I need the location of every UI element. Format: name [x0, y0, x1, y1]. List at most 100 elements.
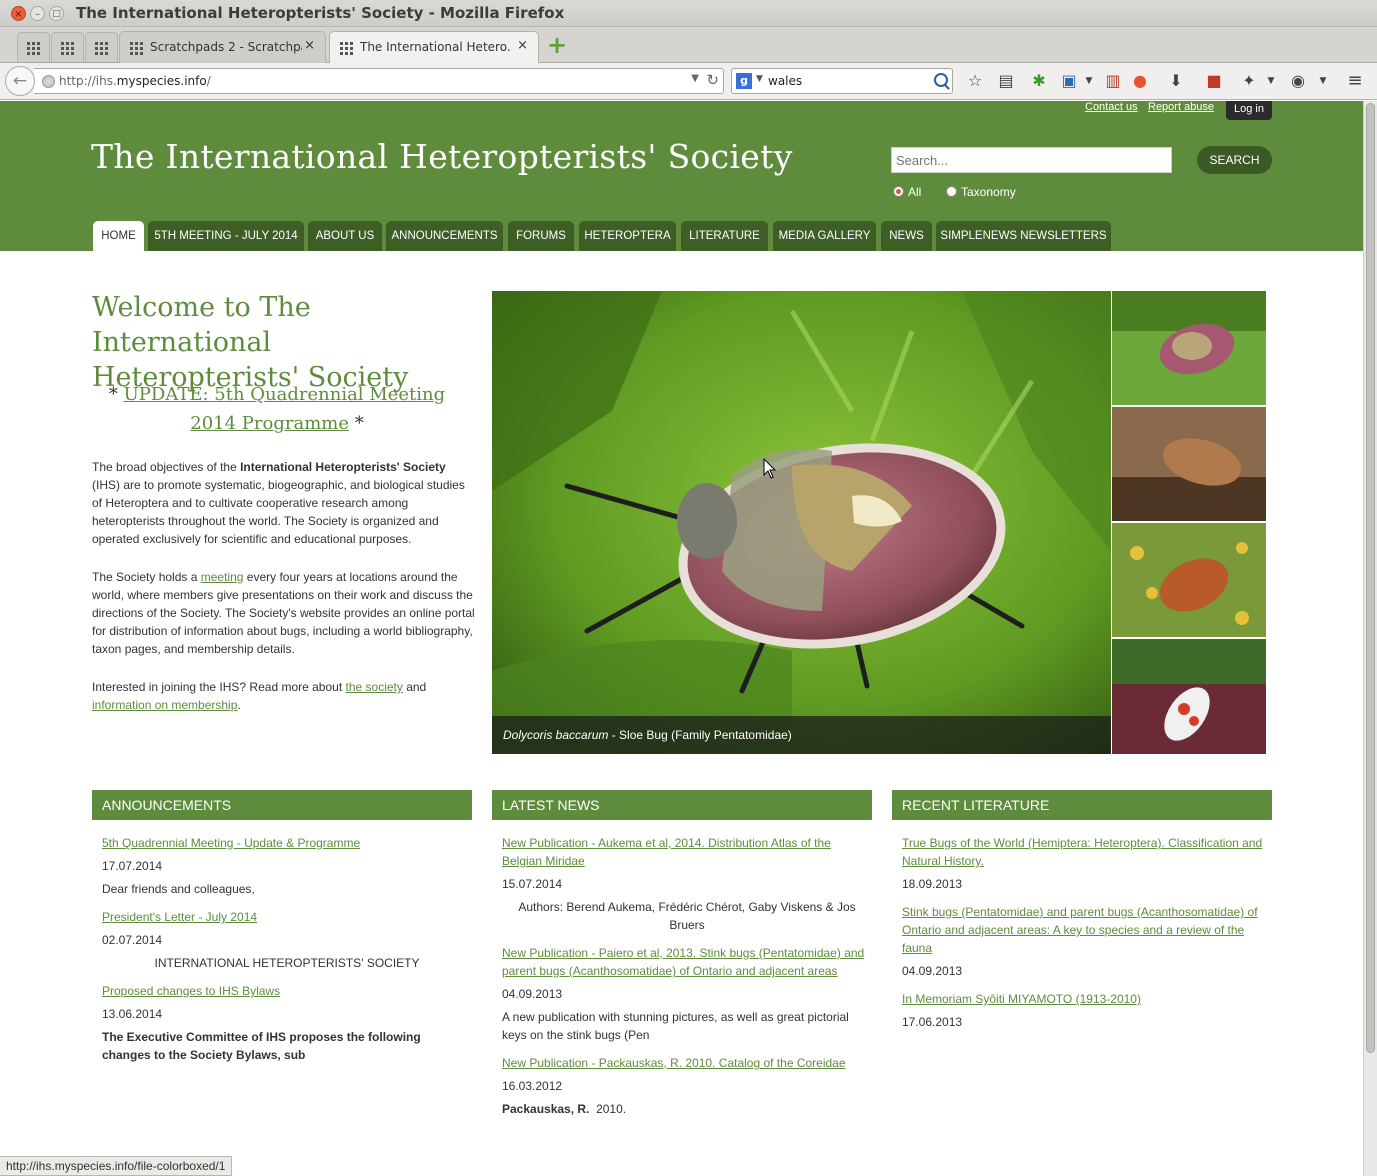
nav-tab-news[interactable]: NEWS: [881, 221, 932, 251]
pinned-tab-1[interactable]: [17, 32, 50, 62]
update-star: *: [349, 413, 364, 434]
radio-all-label: All: [908, 185, 922, 199]
app-grid-icon: [61, 41, 75, 55]
site-search-input[interactable]: [891, 147, 1172, 173]
news-title-link[interactable]: New Publication - Paiero et al, 2013. St…: [502, 944, 874, 980]
nav-tab-announcements[interactable]: ANNOUNCEMENTS: [386, 221, 503, 251]
gallery-thumbnail-3[interactable]: [1112, 523, 1266, 637]
thumbnail-image: [1112, 639, 1266, 754]
the-society-link[interactable]: the society: [346, 680, 403, 694]
tab-scratchpads[interactable]: Scratchpads 2 - Scratchpa... ×: [119, 31, 326, 63]
pinned-tab-2[interactable]: [51, 32, 84, 62]
radio-selected-icon[interactable]: [893, 186, 904, 197]
site-search-button[interactable]: SEARCH: [1197, 146, 1272, 174]
page-viewport: Contact us Report abuse Log in The Inter…: [0, 101, 1363, 1156]
tab-ihs[interactable]: The International Hetero... ×: [329, 31, 539, 64]
screenshot-extension-icon[interactable]: ▣: [1060, 72, 1078, 90]
library-extension-icon[interactable]: ▥: [1104, 72, 1122, 90]
reload-icon[interactable]: ↻: [706, 71, 719, 89]
nav-tab-5th-meeting[interactable]: 5TH MEETING - JULY 2014: [148, 221, 304, 251]
back-button[interactable]: ←: [5, 66, 35, 96]
literature-title-link[interactable]: True Bugs of the World (Hemiptera: Heter…: [902, 834, 1272, 870]
url-bar[interactable]: http://ihs.myspecies.info/ ▼ ↻: [34, 68, 724, 94]
literature-date: 17.06.2013: [902, 1015, 963, 1029]
menu-hamburger-icon[interactable]: ≡: [1346, 72, 1364, 90]
text-span: .: [237, 698, 241, 712]
thumbnail-image: [1112, 523, 1266, 637]
window-maximize-button[interactable]: □: [49, 6, 64, 21]
new-tab-button[interactable]: +: [546, 33, 568, 57]
tab-label: Scratchpads 2 - Scratchpa...: [150, 40, 302, 54]
site-header: Contact us Report abuse Log in The Inter…: [0, 101, 1363, 251]
nav-tab-simplenews[interactable]: SIMPLENEWS NEWSLETTERS: [936, 221, 1111, 251]
pointer-extension-icon[interactable]: ✦: [1240, 72, 1258, 90]
tab-close-icon[interactable]: ×: [304, 38, 315, 53]
red-extension-icon[interactable]: ■: [1205, 72, 1223, 90]
gallery-thumbnail-4[interactable]: [1112, 639, 1266, 754]
window-close-button[interactable]: ×: [11, 6, 26, 21]
bookmarks-menu-icon[interactable]: ▤: [997, 72, 1015, 90]
engine-dropdown-icon[interactable]: ▼: [756, 74, 763, 84]
caption-rest: - Sloe Bug (Family Pentatomidae): [608, 728, 792, 742]
url-text[interactable]: http://ihs.myspecies.info/: [59, 74, 211, 88]
color-wheel-icon[interactable]: ◉: [1289, 72, 1307, 90]
bug-extension-icon[interactable]: ✱: [1030, 72, 1048, 90]
nav-tab-home[interactable]: HOME: [93, 221, 144, 251]
literature-title-link[interactable]: In Memoriam Syôiti MIYAMOTO (1913-2010): [902, 990, 1141, 1008]
featured-bug-photo[interactable]: Dolycoris baccarum - Sloe Bug (Family Pe…: [492, 291, 1111, 754]
literature-title-link[interactable]: Stink bugs (Pentatomidae) and parent bug…: [902, 903, 1270, 957]
history-dropdown-icon[interactable]: ▼: [691, 73, 699, 84]
extension-dropdown-icon[interactable]: ▼: [1080, 72, 1098, 90]
radio-unselected-icon[interactable]: [946, 186, 957, 197]
globe-icon: [42, 75, 55, 88]
report-abuse-link[interactable]: Report abuse: [1148, 101, 1214, 113]
nav-tab-forums[interactable]: FORUMS: [508, 221, 574, 251]
pinned-tab-3[interactable]: [85, 32, 118, 62]
latest-news-header: LATEST NEWS: [492, 790, 872, 820]
google-icon[interactable]: g: [736, 73, 752, 89]
radio-all-option[interactable]: All: [893, 185, 921, 199]
web-search-text[interactable]: wales: [768, 74, 802, 88]
site-title[interactable]: The International Heteropterists' Societ…: [91, 137, 793, 176]
text-span: The Society holds a: [92, 570, 201, 584]
announcement-title-link[interactable]: President's Letter - July 2014: [102, 908, 257, 926]
radio-taxonomy-option[interactable]: Taxonomy: [946, 185, 1016, 199]
text-span: (IHS) are to promote systematic, biogeog…: [92, 478, 465, 546]
news-date: 16.03.2012: [502, 1079, 563, 1093]
announcement-title-link[interactable]: Proposed changes to IHS Bylaws: [102, 982, 280, 1000]
text-span: The broad objectives of the: [92, 460, 241, 474]
news-title-link[interactable]: New Publication - Aukema et al, 2014. Di…: [502, 834, 872, 870]
meeting-link[interactable]: meeting: [201, 570, 244, 584]
text-span: and: [402, 680, 427, 694]
tab-close-icon[interactable]: ×: [517, 38, 528, 53]
membership-info-link[interactable]: information on membership: [92, 698, 237, 712]
login-button[interactable]: Log in: [1226, 101, 1272, 120]
stumbleupon-icon[interactable]: ●: [1131, 72, 1149, 90]
update-programme-link[interactable]: UPDATE: 5th Quadrennial Meeting 2014 Pro…: [124, 384, 446, 434]
news-title-link[interactable]: New Publication - Packauskas, R. 2010. C…: [502, 1054, 846, 1072]
announcement-date: 13.06.2014: [102, 1007, 163, 1021]
nav-tab-literature[interactable]: LITERATURE: [681, 221, 768, 251]
nav-tab-heteroptera[interactable]: HETEROPTERA: [579, 221, 676, 251]
download-icon[interactable]: ⬇: [1167, 72, 1185, 90]
extension-dropdown-icon[interactable]: ▼: [1314, 72, 1332, 90]
bookmark-star-icon[interactable]: ☆: [966, 72, 984, 90]
mouse-pointer-icon: [763, 458, 777, 479]
scrollbar-thumb[interactable]: [1366, 103, 1375, 1053]
search-icon[interactable]: [934, 73, 948, 87]
nav-tab-about-us[interactable]: ABOUT US: [308, 221, 382, 251]
extension-dropdown-icon[interactable]: ▼: [1262, 72, 1280, 90]
web-search-bar[interactable]: g ▼ wales: [731, 68, 953, 94]
contact-us-link[interactable]: Contact us: [1085, 101, 1138, 113]
announcements-header: ANNOUNCEMENTS: [92, 790, 472, 820]
update-notice: * UPDATE: 5th Quadrennial Meeting 2014 P…: [92, 380, 462, 438]
page-scrollbar[interactable]: [1363, 101, 1377, 1176]
gallery-thumbnail-2[interactable]: [1112, 407, 1266, 521]
window-minimize-button[interactable]: –: [30, 6, 45, 21]
url-domain: myspecies.info: [116, 74, 207, 88]
text-span: Interested in joining the IHS? Read more…: [92, 680, 346, 694]
announcement-title-link[interactable]: 5th Quadrennial Meeting - Update & Progr…: [102, 834, 360, 852]
nav-tab-media-gallery[interactable]: MEDIA GALLERY: [773, 221, 876, 251]
gallery-thumbnail-1[interactable]: [1112, 291, 1266, 405]
literature-date: 04.09.2013: [902, 964, 963, 978]
